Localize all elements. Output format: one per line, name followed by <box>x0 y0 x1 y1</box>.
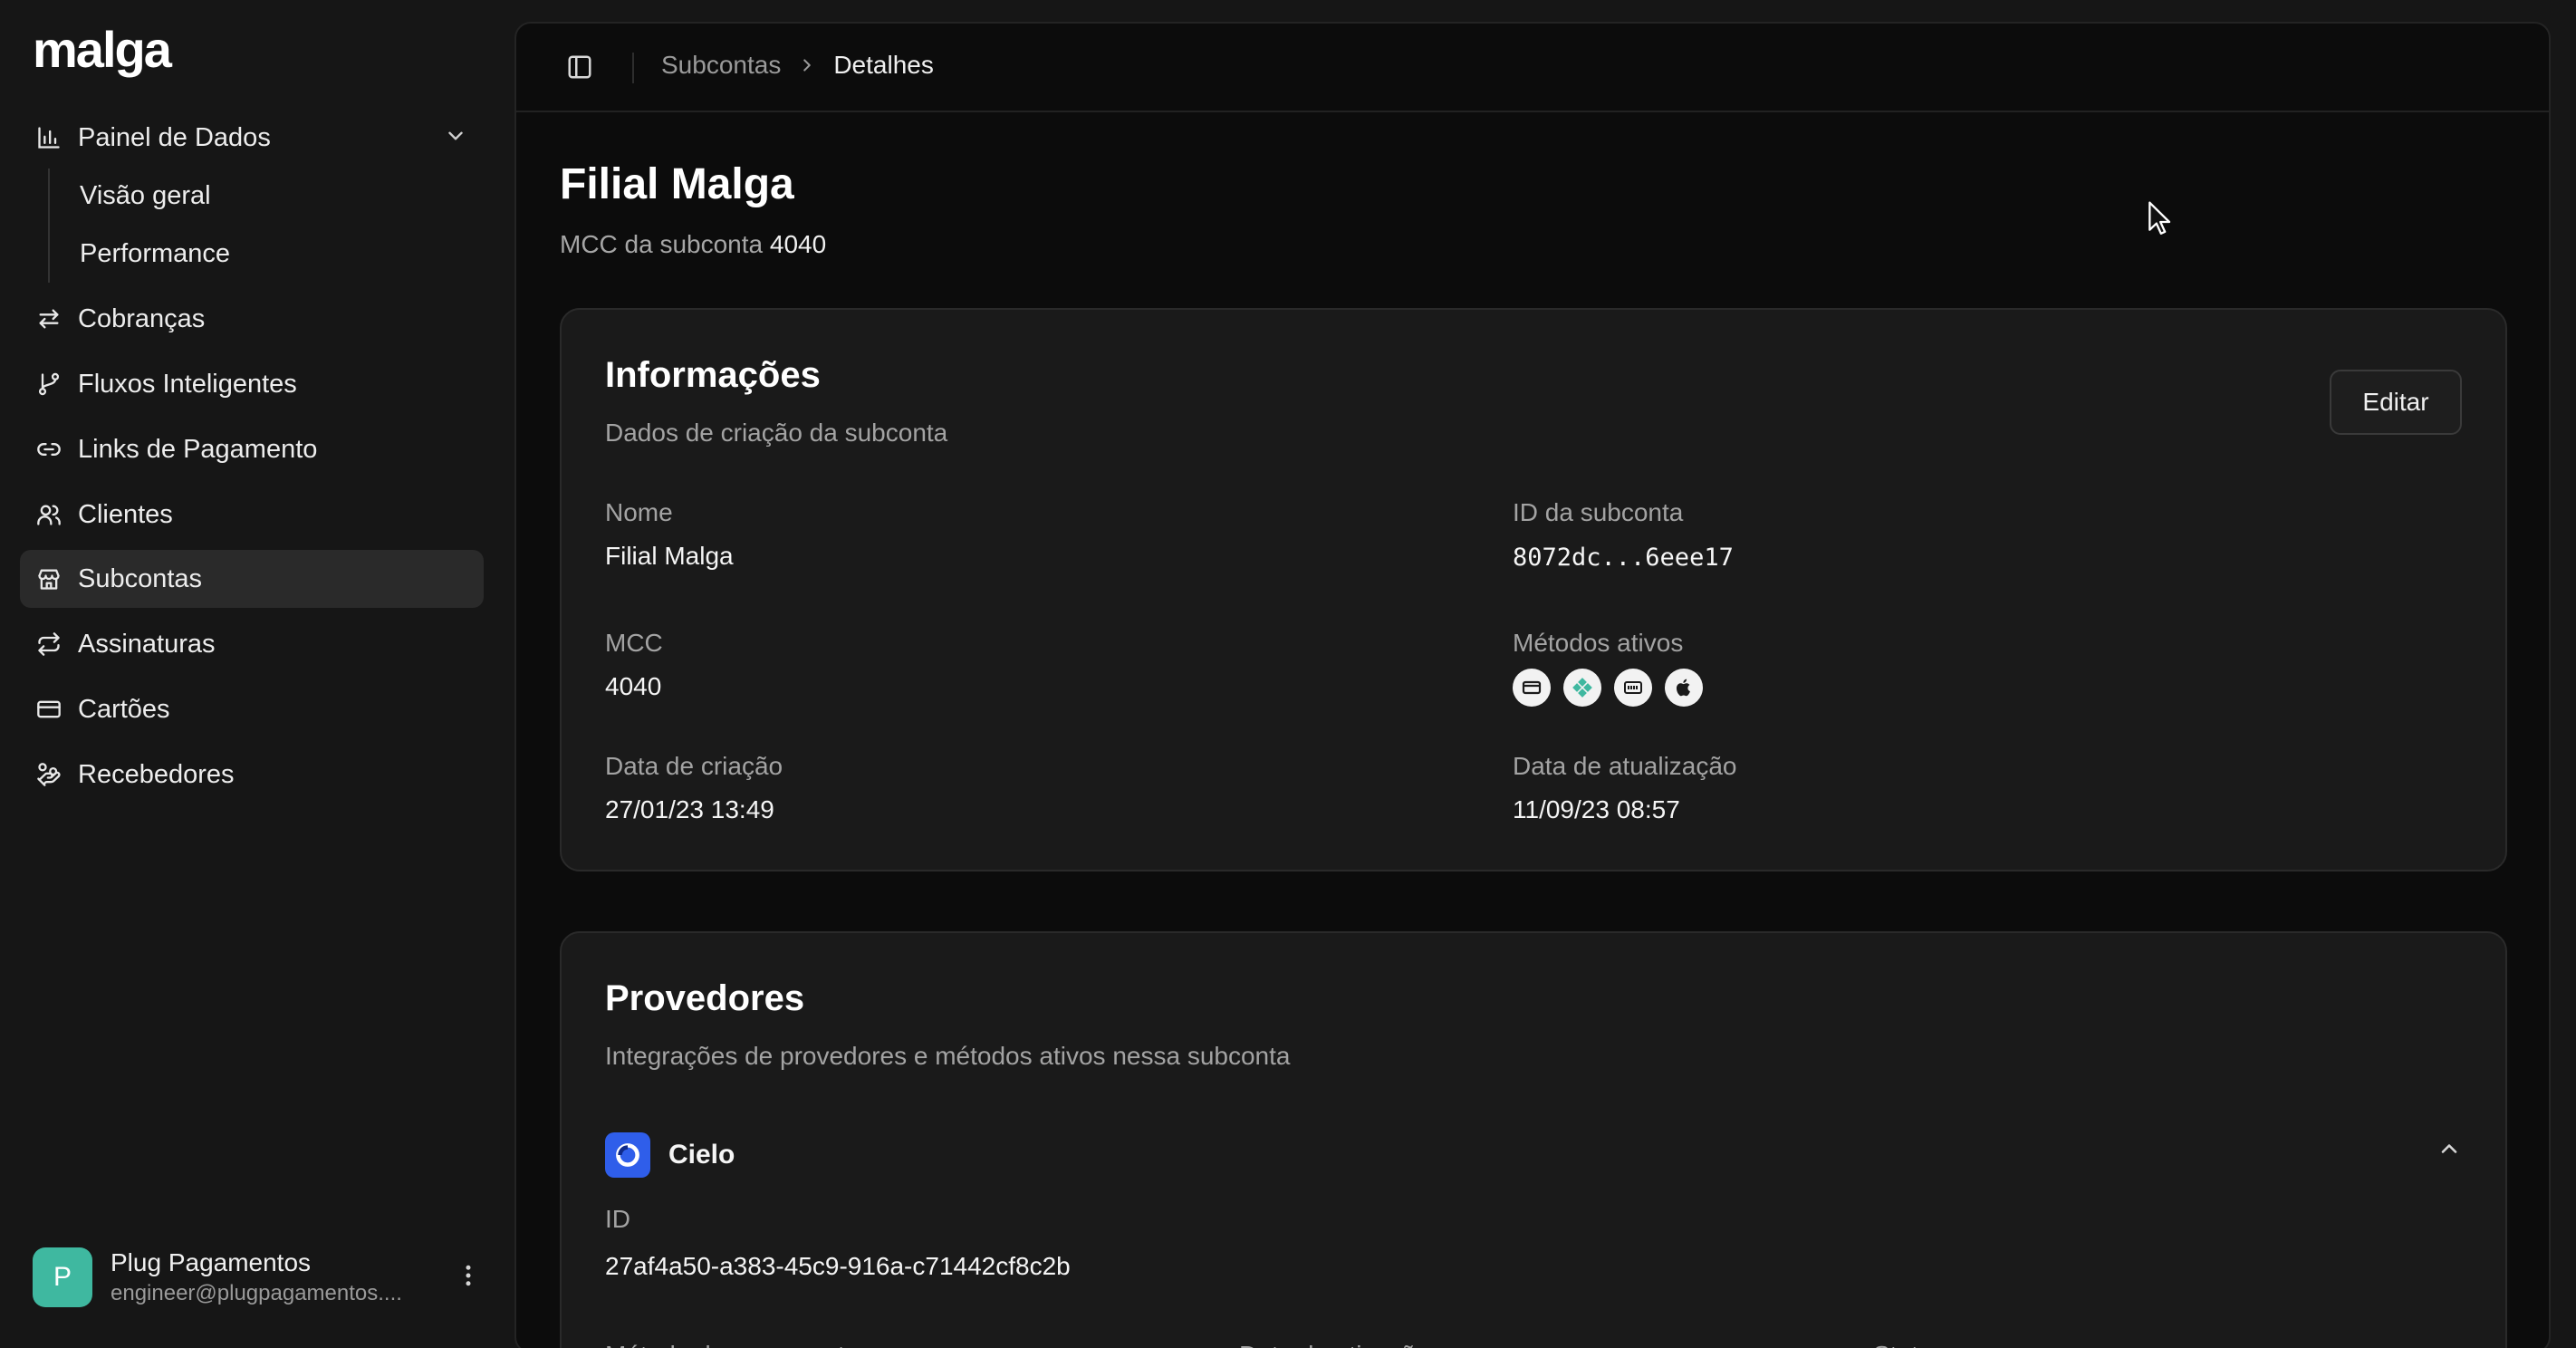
page-title: Filial Malga <box>560 160 794 208</box>
sidebar-item-assinaturas[interactable]: Assinaturas <box>20 615 484 673</box>
sidebar-item-recebedores[interactable]: Recebedores <box>20 746 484 804</box>
provider-id-label: ID <box>605 1205 630 1233</box>
sidebar-item-cartoes[interactable]: Cartões <box>20 680 484 738</box>
more-vertical-icon[interactable] <box>455 1262 482 1294</box>
main-content: Subcontas Detalhes Filial Malga MCC da s… <box>514 22 2551 1348</box>
mcc-value: 4040 <box>605 672 662 700</box>
sidebar-toggle-icon[interactable] <box>560 47 600 87</box>
active-methods-label: Métodos ativos <box>1513 629 1684 657</box>
chevron-down-icon[interactable] <box>444 124 467 152</box>
sidebar-item-label: Assinaturas <box>78 629 216 659</box>
created-date-value: 27/01/23 13:49 <box>605 795 774 823</box>
sidebar-subitem-visao-geral[interactable]: Visão geral <box>63 170 211 221</box>
link-icon <box>34 435 63 464</box>
sidebar-item-subcontas[interactable]: Subcontas <box>20 550 484 608</box>
column-payment-method: Método de pagamento <box>605 1341 859 1348</box>
pix-icon <box>1563 669 1601 707</box>
cielo-logo-icon <box>605 1132 650 1178</box>
submenu-rail <box>48 168 50 283</box>
arrows-exchange-icon <box>34 304 63 333</box>
sidebar-item-clientes[interactable]: Clientes <box>20 486 484 544</box>
subaccount-id-value[interactable]: 8072dc...6eee17 <box>1513 544 1734 572</box>
sidebar-item-label: Fluxos Inteligentes <box>78 369 297 399</box>
sidebar-item-links-de-pagamento[interactable]: Links de Pagamento <box>20 420 484 478</box>
providers-card-title: Provedores <box>605 978 805 1018</box>
divider <box>632 53 634 83</box>
credit-card-icon <box>34 695 63 724</box>
breadcrumb: Subcontas Detalhes <box>661 51 934 80</box>
breadcrumb-subcontas[interactable]: Subcontas <box>661 51 781 80</box>
sidebar-item-label: Subcontas <box>78 563 203 593</box>
users-icon <box>34 500 63 529</box>
provider-header[interactable]: Cielo <box>605 1132 735 1178</box>
updated-date-value: 11/09/23 08:57 <box>1513 795 1680 823</box>
breadcrumb-detalhes: Detalhes <box>833 51 934 79</box>
provider-name: Cielo <box>668 1140 735 1170</box>
sidebar-subitem-performance[interactable]: Performance <box>63 228 230 279</box>
repeat-icon <box>34 630 63 659</box>
chevron-up-icon[interactable] <box>2437 1136 2462 1166</box>
mcc-label: MCC <box>605 629 663 657</box>
sidebar-item-label: Cartões <box>78 694 170 724</box>
column-activation-date: Data de ativação <box>1239 1341 1429 1348</box>
apple-pay-icon <box>1665 669 1703 707</box>
user-email: engineer@plugpagamentos.... <box>111 1281 402 1305</box>
store-icon <box>34 564 63 593</box>
info-card: Informações Dados de criação da subconta… <box>560 308 2507 871</box>
name-label: Nome <box>605 498 673 526</box>
active-methods-list <box>1513 669 1703 707</box>
boleto-icon <box>1614 669 1652 707</box>
name-value: Filial Malga <box>605 542 734 570</box>
credit-card-icon <box>1513 669 1551 707</box>
edit-button[interactable]: Editar <box>2330 370 2462 435</box>
sidebar-item-cobrancas[interactable]: Cobranças <box>20 290 484 348</box>
mouse-pointer-icon <box>2147 201 2174 242</box>
avatar: P <box>33 1247 92 1307</box>
mcc-subtitle-value: 4040 <box>769 230 827 258</box>
bar-chart-icon <box>34 123 63 152</box>
sidebar-item-label: Cobranças <box>78 303 206 333</box>
created-date-label: Data de criação <box>605 752 783 780</box>
app-logo[interactable]: malga <box>33 20 172 79</box>
subaccount-id-label: ID da subconta <box>1513 498 1684 526</box>
user-account[interactable]: P Plug Pagamentos engineer@plugpagamento… <box>33 1241 485 1314</box>
provider-id-value[interactable]: 27af4a50-a383-45c9-916a-c71442cf8c2b <box>605 1252 1071 1281</box>
top-bar: Subcontas Detalhes <box>516 24 2549 112</box>
info-card-description: Dados de criação da subconta <box>605 419 948 447</box>
sidebar-item-label: Clientes <box>78 499 173 529</box>
sidebar-item-label: Links de Pagamento <box>78 434 318 464</box>
updated-date-label: Data de atualização <box>1513 752 1737 780</box>
sidebar-item-painel-de-dados[interactable]: Painel de Dados <box>20 109 484 167</box>
sidebar-item-label: Painel de Dados <box>78 122 271 152</box>
mcc-subtitle-label: MCC da subconta <box>560 230 764 258</box>
chevron-right-icon <box>797 55 817 75</box>
sidebar-item-fluxos-inteligentes[interactable]: Fluxos Inteligentes <box>20 355 484 413</box>
git-branch-icon <box>34 370 63 399</box>
hand-coins-icon <box>34 760 63 789</box>
page-subtitle: MCC da subconta 4040 <box>560 230 826 259</box>
providers-card-description: Integrações de provedores e métodos ativ… <box>605 1042 1291 1070</box>
user-name: Plug Pagamentos <box>111 1248 312 1276</box>
info-card-title: Informações <box>605 355 821 395</box>
providers-card: Provedores Integrações de provedores e m… <box>560 931 2507 1348</box>
sidebar-item-label: Recebedores <box>78 759 235 789</box>
column-status: Status <box>1873 1341 1945 1348</box>
